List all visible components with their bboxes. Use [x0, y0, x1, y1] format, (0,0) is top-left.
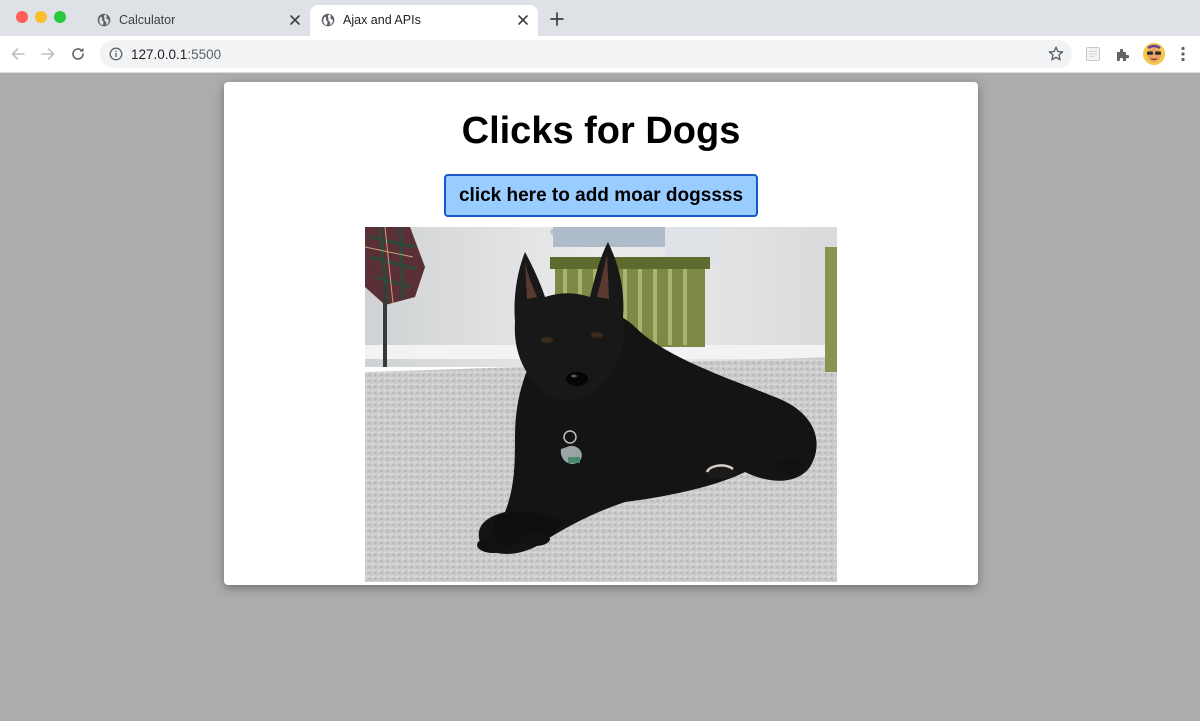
extensions-puzzle-icon[interactable] — [1115, 46, 1131, 62]
reload-icon[interactable] — [69, 45, 87, 63]
url-text: 127.0.0.1:5500 — [131, 47, 221, 62]
window-minimize-button[interactable] — [35, 11, 47, 23]
tab-title: Calculator — [119, 13, 176, 27]
browser-toolbar: 127.0.0.1:5500 — [0, 36, 1200, 73]
tab-calculator[interactable]: Calculator — [86, 5, 310, 36]
tab-ajax-and-apis[interactable]: Ajax and APIs — [310, 5, 538, 36]
tab-strip: Calculator Ajax and APIs — [0, 0, 1200, 36]
extension-icon[interactable] — [1085, 46, 1101, 62]
avatar-face-icon — [1143, 43, 1165, 65]
url-port: :5500 — [187, 47, 222, 62]
close-icon[interactable] — [288, 13, 302, 27]
globe-icon — [97, 13, 111, 27]
dog-photo — [365, 227, 837, 582]
profile-avatar[interactable] — [1143, 43, 1165, 65]
new-tab-plus-icon[interactable] — [549, 11, 565, 27]
window-close-button[interactable] — [16, 11, 28, 23]
kebab-menu-icon[interactable] — [1177, 45, 1189, 63]
tab-title: Ajax and APIs — [343, 13, 421, 27]
info-icon[interactable] — [109, 47, 123, 61]
window-maximize-button[interactable] — [54, 11, 66, 23]
add-dogs-button[interactable]: click here to add moar dogssss — [444, 174, 758, 217]
page-card: Clicks for Dogs click here to add moar d… — [224, 82, 978, 585]
address-bar[interactable]: 127.0.0.1:5500 — [100, 40, 1072, 68]
forward-arrow-icon[interactable] — [39, 45, 57, 63]
close-icon[interactable] — [516, 13, 530, 27]
page-title: Clicks for Dogs — [461, 110, 741, 152]
back-arrow-icon[interactable] — [9, 45, 27, 63]
url-host: 127.0.0.1 — [131, 47, 188, 62]
globe-icon — [321, 13, 335, 27]
bookmark-star-icon[interactable] — [1047, 45, 1065, 63]
